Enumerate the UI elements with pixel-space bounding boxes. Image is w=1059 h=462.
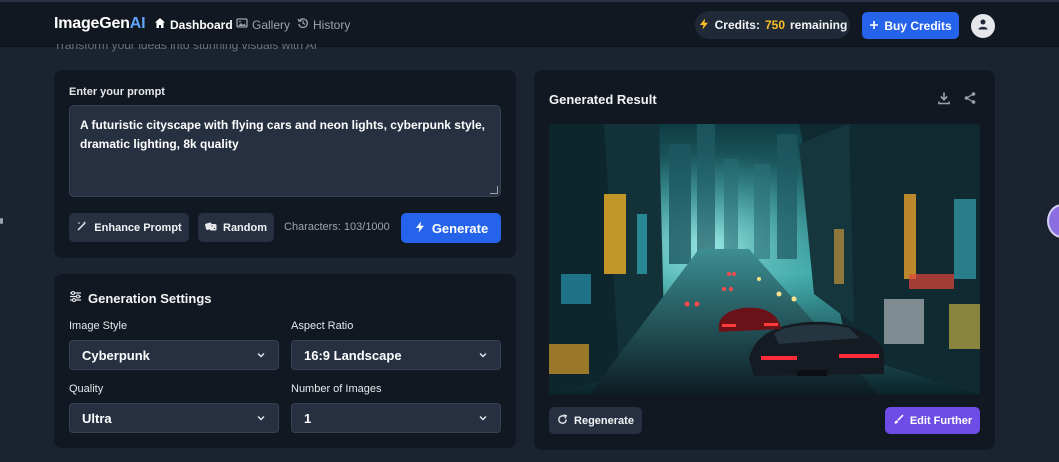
generate-label: Generate — [431, 220, 489, 236]
image-style-select[interactable]: Cyberpunk — [69, 340, 279, 370]
regenerate-button[interactable]: Regenerate — [549, 407, 642, 434]
history-icon — [297, 17, 309, 32]
share-button[interactable] — [963, 91, 977, 105]
brand-logo[interactable]: ImageGenAI — [54, 15, 146, 33]
credits-label: Credits: — [714, 18, 760, 32]
random-label: Random — [223, 221, 267, 234]
buy-credits-button[interactable]: Buy Credits — [862, 12, 959, 39]
generation-settings-card: Generation Settings Image Style Cyberpun… — [54, 274, 516, 448]
edit-further-button[interactable]: Edit Further — [885, 407, 980, 434]
download-icon — [937, 92, 951, 109]
refresh-icon — [557, 413, 568, 428]
nav-dashboard-label: Dashboard — [170, 17, 233, 32]
edit-further-label: Edit Further — [909, 414, 973, 427]
quality-label: Quality — [69, 383, 104, 395]
lightning-icon — [698, 18, 710, 33]
result-title: Generated Result — [549, 92, 657, 107]
prompt-textarea[interactable]: A futuristic cityscape with flying cars … — [69, 105, 501, 197]
generate-button[interactable]: Generate — [401, 213, 501, 243]
image-style-value: Cyberpunk — [82, 347, 150, 363]
cyberpunk-city-illustration — [549, 124, 980, 395]
enhance-prompt-label: Enhance Prompt — [94, 221, 182, 234]
credits-suffix: remaining — [790, 18, 848, 32]
chevron-down-icon — [256, 411, 266, 426]
brand-name: ImageGen — [54, 15, 130, 32]
settings-title: Generation Settings — [69, 290, 212, 306]
prompt-card: Enter your prompt A futuristic cityscape… — [54, 70, 516, 258]
credits-value: 750 — [764, 18, 785, 32]
nav-history[interactable]: History — [297, 17, 350, 32]
lightning-icon — [414, 221, 426, 236]
top-navbar: ImageGenAI Dashboard Gallery History Cre… — [0, 0, 1059, 46]
random-button[interactable]: Random — [198, 213, 274, 242]
regenerate-label: Regenerate — [574, 414, 634, 427]
paintbrush-icon — [893, 413, 904, 428]
aspect-ratio-label: Aspect Ratio — [291, 320, 354, 332]
buy-credits-label: Buy Credits — [884, 18, 952, 33]
quality-value: Ultra — [82, 410, 112, 426]
nav-gallery-label: Gallery — [252, 17, 291, 32]
enhance-prompt-button[interactable]: Enhance Prompt — [69, 213, 189, 242]
number-of-images-value: 1 — [304, 410, 312, 426]
number-of-images-select[interactable]: 1 — [291, 403, 501, 433]
quality-select[interactable]: Ultra — [69, 403, 279, 433]
chevron-down-icon — [478, 411, 488, 426]
prompt-label: Enter your prompt — [69, 86, 165, 98]
chevron-down-icon — [256, 348, 266, 363]
magic-wand-icon — [76, 220, 88, 235]
prompt-text: A futuristic cityscape with flying cars … — [80, 118, 485, 151]
chevron-down-icon — [478, 348, 488, 363]
plus-icon — [869, 19, 879, 33]
image-icon — [236, 17, 248, 32]
user-avatar[interactable] — [971, 14, 995, 38]
floating-assistant-button[interactable] — [1047, 204, 1059, 238]
generated-result-card: Generated Result Regenerate Edit Further — [534, 70, 995, 450]
home-icon — [154, 17, 166, 32]
number-of-images-label: Number of Images — [291, 383, 382, 395]
nav-dashboard[interactable]: Dashboard — [154, 17, 233, 32]
aspect-ratio-value: 16:9 Landscape — [304, 347, 402, 363]
resize-handle[interactable] — [490, 186, 498, 194]
character-count: Characters: 103/1000 — [284, 221, 390, 233]
share-icon — [963, 92, 977, 109]
image-style-label: Image Style — [69, 320, 128, 332]
aspect-ratio-select[interactable]: 16:9 Landscape — [291, 340, 501, 370]
dice-icon — [205, 220, 217, 235]
user-icon — [977, 17, 989, 35]
generated-image[interactable] — [549, 124, 980, 395]
download-button[interactable] — [937, 91, 951, 105]
sliders-icon — [69, 290, 82, 306]
credits-badge: Credits: 750 remaining — [695, 11, 850, 39]
settings-title-label: Generation Settings — [88, 290, 212, 306]
scroll-indicator — [0, 218, 3, 224]
nav-gallery[interactable]: Gallery — [236, 17, 290, 32]
nav-history-label: History — [313, 17, 351, 32]
brand-accent: AI — [129, 15, 146, 32]
